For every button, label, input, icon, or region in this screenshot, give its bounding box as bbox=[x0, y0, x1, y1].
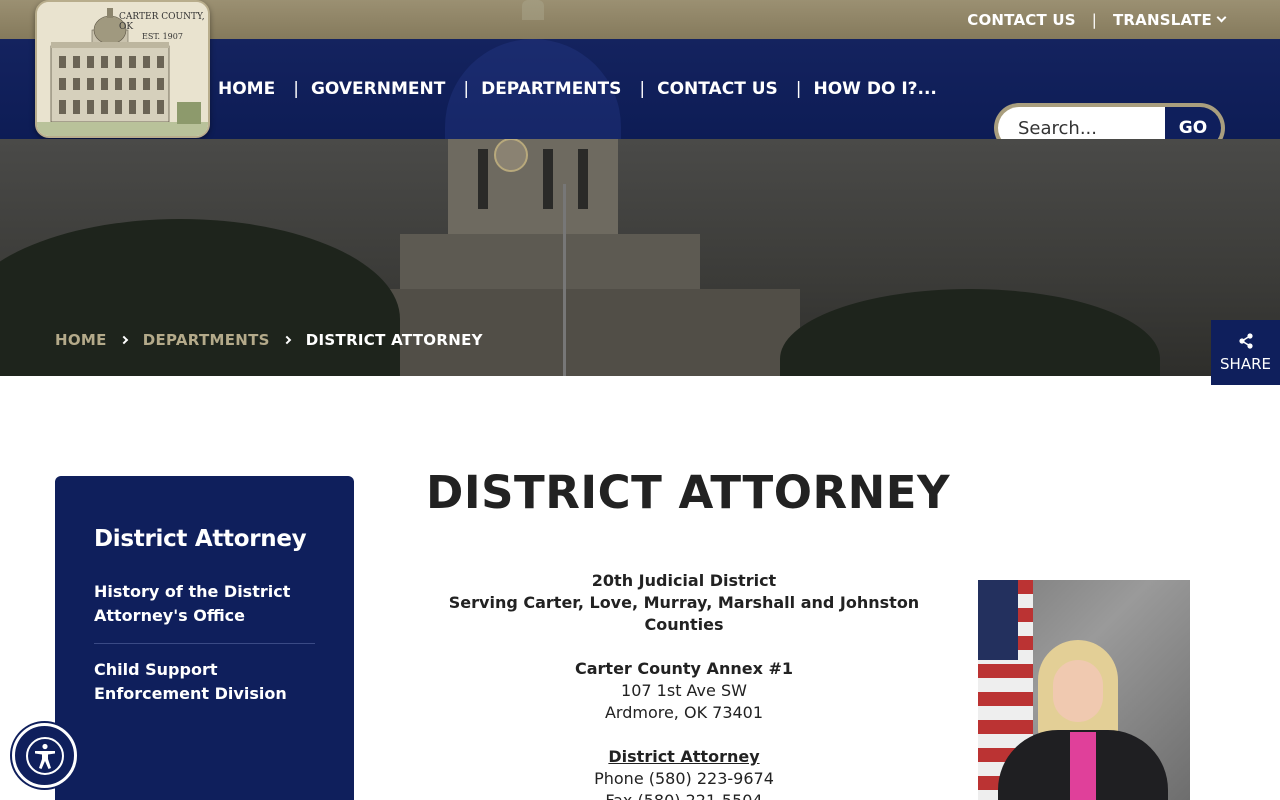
logo-county-name: CARTER COUNTY, OK bbox=[119, 12, 205, 32]
breadcrumb-current: DISTRICT ATTORNEY bbox=[305, 331, 483, 349]
share-icon bbox=[1238, 332, 1253, 349]
clock-face bbox=[494, 139, 528, 172]
judicial-district: 20th Judicial District bbox=[591, 571, 777, 590]
sidebar-nav: District Attorney History of the Distric… bbox=[55, 476, 354, 800]
tower-window bbox=[478, 149, 488, 209]
trees-left bbox=[0, 219, 400, 376]
tower-window bbox=[578, 149, 588, 209]
nav-departments[interactable]: DEPARTMENTS bbox=[481, 79, 621, 99]
share-label: SHARE bbox=[1220, 354, 1271, 373]
office-annex: Carter County Annex #1 bbox=[575, 659, 793, 678]
main-nav: HOME | GOVERNMENT | DEPARTMENTS | CONTAC… bbox=[218, 39, 937, 139]
nav-government[interactable]: GOVERNMENT bbox=[311, 79, 445, 99]
translate-dropdown[interactable]: TRANSLATE bbox=[1112, 10, 1227, 29]
translate-label: TRANSLATE bbox=[1112, 10, 1212, 29]
portrait-blouse bbox=[1070, 732, 1096, 800]
city-state-zip: Ardmore, OK 73401 bbox=[604, 703, 764, 722]
chevron-down-icon bbox=[1216, 12, 1227, 22]
portrait-face bbox=[1053, 660, 1103, 722]
clock-tower bbox=[448, 139, 618, 239]
page-title: DISTRICT ATTORNEY bbox=[426, 466, 951, 519]
trees-right bbox=[780, 289, 1160, 376]
nav-contact-us[interactable]: CONTACT US bbox=[657, 79, 778, 99]
dome-cupola bbox=[522, 0, 544, 20]
nav-separator: | bbox=[639, 79, 646, 99]
sidebar-title: District Attorney bbox=[94, 526, 307, 552]
breadcrumb-departments[interactable]: DEPARTMENTS bbox=[143, 331, 270, 349]
accessibility-icon bbox=[25, 736, 64, 775]
sidebar-item-history[interactable]: History of the District Attorney's Offic… bbox=[94, 580, 315, 644]
phone-number: Phone (580) 223-9674 bbox=[594, 769, 774, 788]
fax-number: Fax (580) 221-5504 bbox=[440, 790, 928, 800]
chevron-right-icon bbox=[282, 335, 292, 345]
serving-counties: Serving Carter, Love, Murray, Marshall a… bbox=[448, 593, 920, 634]
breadcrumb: HOME DEPARTMENTS DISTRICT ATTORNEY bbox=[55, 329, 483, 351]
tower-window bbox=[543, 149, 553, 209]
county-logo[interactable]: CARTER COUNTY, OK EST. 1907 bbox=[35, 0, 210, 138]
chevron-right-icon bbox=[119, 335, 128, 345]
share-button[interactable]: SHARE bbox=[1211, 320, 1280, 385]
breadcrumb-home[interactable]: HOME bbox=[55, 331, 107, 349]
sidebar-item-child-support[interactable]: Child Support Enforcement Division bbox=[94, 658, 315, 721]
da-heading: District Attorney bbox=[608, 747, 760, 766]
utility-links: CONTACT US | TRANSLATE bbox=[967, 0, 1227, 39]
flag-canton bbox=[978, 580, 1018, 660]
nav-how-do-i[interactable]: HOW DO I?... bbox=[814, 79, 937, 99]
nav-separator: | bbox=[293, 79, 299, 99]
accessibility-button[interactable] bbox=[12, 723, 77, 788]
utility-contact-link[interactable]: CONTACT US bbox=[967, 11, 1075, 29]
nav-home[interactable]: HOME bbox=[218, 79, 275, 99]
district-attorney-portrait bbox=[978, 580, 1190, 800]
nav-separator: | bbox=[463, 79, 470, 99]
flagpole bbox=[563, 184, 566, 376]
contact-info: 20th Judicial District Serving Carter, L… bbox=[440, 570, 928, 800]
utility-separator: | bbox=[1091, 10, 1097, 29]
nav-separator: | bbox=[795, 79, 802, 99]
logo-established: EST. 1907 bbox=[142, 32, 183, 41]
street-address: 107 1st Ave SW bbox=[621, 681, 747, 700]
building-balustrade bbox=[400, 234, 700, 294]
